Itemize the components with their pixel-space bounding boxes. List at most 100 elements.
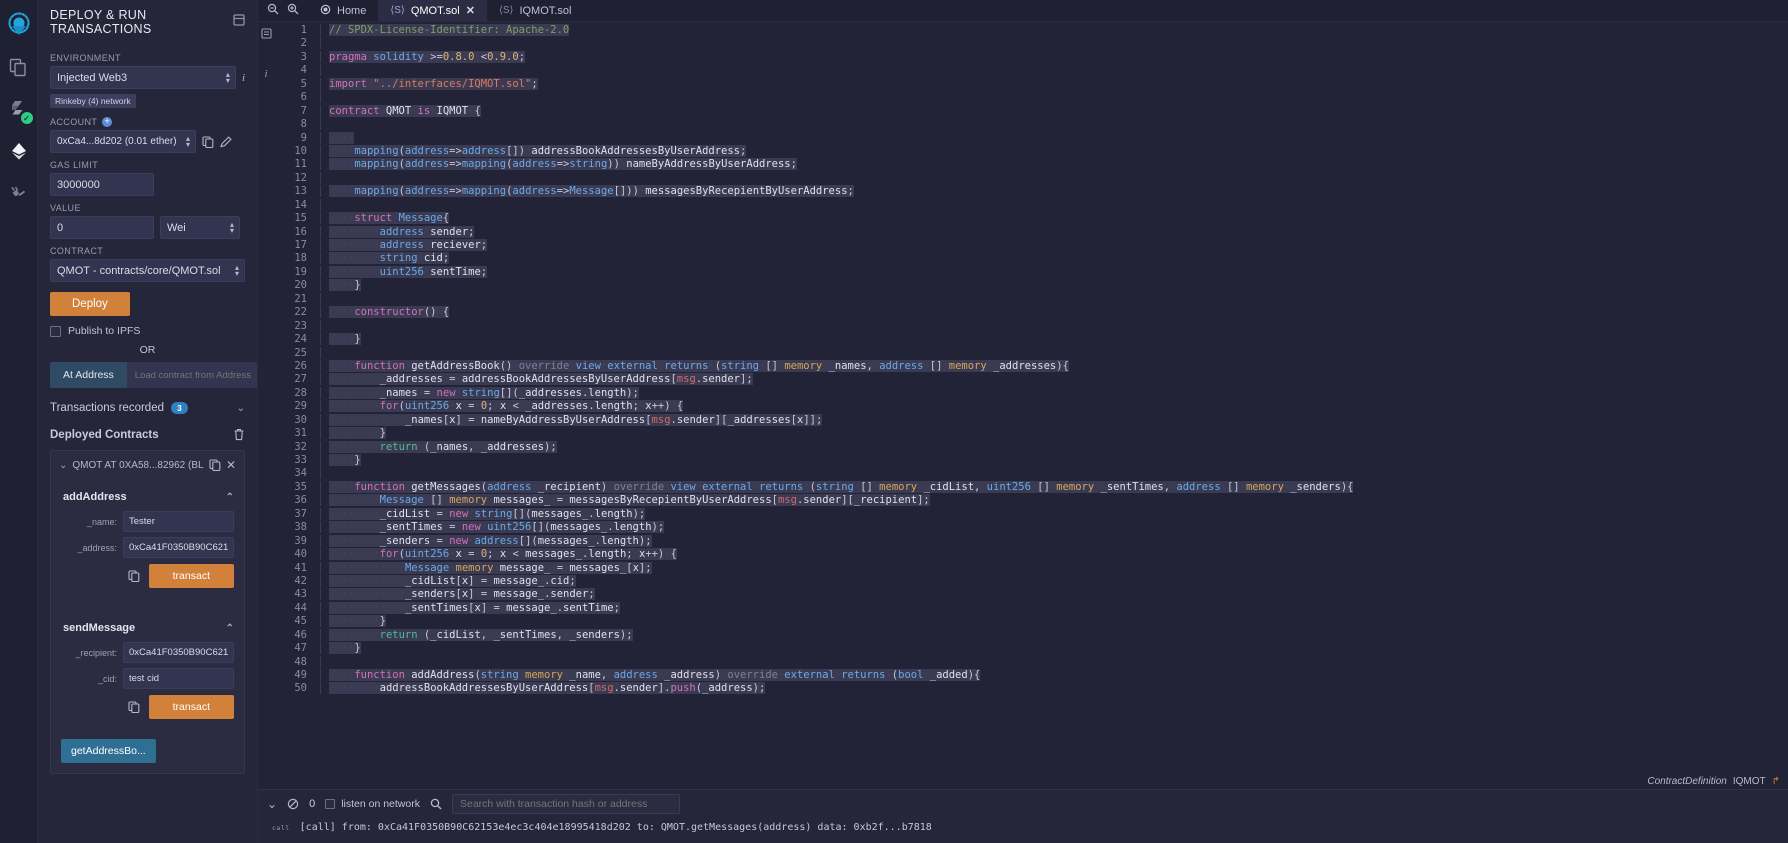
zoom-in-icon[interactable] <box>287 2 299 20</box>
copy-icon[interactable] <box>209 459 221 471</box>
status-symbol: IQMOT <box>1732 775 1766 787</box>
function-addAddress-name: addAddress <box>63 491 127 503</box>
solidity-compiler-icon[interactable]: ✓ <box>2 88 36 130</box>
left-icon-rail: ✓ <box>0 0 38 843</box>
tab-home[interactable]: Home <box>308 0 378 21</box>
arg-label: _address: <box>77 542 117 553</box>
contract-select[interactable]: QMOT - contracts/core/QMOT.sol <box>50 259 245 282</box>
code-editor[interactable]: i 1// SPDX-License-Identifier: Apache-2.… <box>258 22 1788 773</box>
arg-input-cid[interactable] <box>123 668 234 689</box>
chevron-up-icon[interactable]: ⌃ <box>226 492 234 503</box>
zoom-out-icon[interactable] <box>267 2 279 20</box>
function-sendMessage-header[interactable]: sendMessage ⌃ <box>61 616 234 642</box>
listen-on-network-label: listen on network <box>341 798 420 810</box>
arg-input-recipient[interactable] <box>123 642 234 663</box>
chevron-up-icon[interactable]: ⌃ <box>226 623 234 634</box>
code-scroll-area[interactable]: 1// SPDX-License-Identifier: Apache-2.0 2… <box>274 22 1788 773</box>
compiler-success-badge: ✓ <box>20 112 33 124</box>
arg-label: _cid: <box>97 673 117 684</box>
log-tag: call <box>272 823 290 832</box>
editor-column: Home ⟨S⟩ QMOT.sol ✕ ⟨S⟩ IQMOT.sol i 1// … <box>258 0 1788 843</box>
jump-to-icon[interactable]: ↱ <box>1772 776 1780 787</box>
at-address-button[interactable]: At Address <box>50 362 127 388</box>
chevron-collapse-icon[interactable]: ⌄ <box>267 797 277 811</box>
editor-status-line: ContractDefinition IQMOT ↱ <box>258 773 1788 789</box>
solidity-file-icon: ⟨S⟩ <box>390 5 405 16</box>
at-address-row: At Address <box>50 362 257 388</box>
arg-label: _recipient: <box>75 647 117 658</box>
arg-input-address[interactable] <box>123 537 234 558</box>
panel-layout-icon[interactable] <box>233 13 245 31</box>
info-icon[interactable]: i <box>264 68 267 80</box>
arg-label: _name: <box>86 516 117 527</box>
editor-gutter-icons: i <box>258 22 274 773</box>
gas-limit-input[interactable] <box>50 173 154 196</box>
environment-label: ENVIRONMENT <box>50 53 121 63</box>
deployed-contracts-section: Deployed Contracts <box>50 428 245 441</box>
listen-on-network-checkbox[interactable] <box>325 799 336 809</box>
terminal-log-row[interactable]: call [call] from: 0xCa41F0350B90C62153e4… <box>258 818 1788 843</box>
terminal-search-input[interactable] <box>451 794 680 814</box>
gas-limit-label: GAS LIMIT <box>50 160 99 170</box>
copy-icon[interactable] <box>202 135 214 148</box>
list-icon[interactable] <box>260 26 272 44</box>
remix-logo-icon[interactable] <box>2 4 36 46</box>
value-input[interactable] <box>50 216 154 239</box>
account-label: ACCOUNT + <box>50 117 245 127</box>
addAddress-transact-button[interactable]: transact <box>148 564 234 588</box>
function-addAddress-header[interactable]: addAddress ⌃ <box>61 485 234 511</box>
account-label-text: ACCOUNT <box>50 117 98 127</box>
arg-row: _address: <box>61 537 234 558</box>
deploy-run-icon[interactable] <box>2 130 36 172</box>
tab-qmot-sol-label: QMOT.sol <box>410 4 460 17</box>
arg-row: _recipient: <box>61 642 234 663</box>
environment-row: Injected Web3 ▴ ▾ i <box>50 66 245 89</box>
clear-console-icon[interactable] <box>287 798 299 810</box>
status-definition: ContractDefinition <box>1647 775 1727 787</box>
trash-icon[interactable] <box>233 428 245 441</box>
log-text: [call] from: 0xCa41F0350B90C62153e4ec3c4… <box>299 822 932 833</box>
sendMessage-transact-button[interactable]: transact <box>148 695 234 719</box>
page-title: DEPLOY & RUN TRANSACTIONS <box>50 8 152 36</box>
transact-row: transact <box>61 564 234 588</box>
edit-sign-icon[interactable] <box>220 135 232 148</box>
panel-header: DEPLOY & RUN TRANSACTIONS <box>38 0 257 46</box>
plugin-manager-icon[interactable] <box>2 172 36 214</box>
chevron-down-icon[interactable]: ⌄ <box>59 460 67 471</box>
listen-on-network-toggle[interactable]: listen on network <box>325 798 420 810</box>
contract-label: CONTRACT <box>50 246 104 256</box>
transactions-recorded-section[interactable]: Transactions recorded 3 ⌄ <box>50 402 245 414</box>
account-row: 0xCa4...8d202 (0.01 ether) ▴ ▾ <box>50 130 245 153</box>
instance-header[interactable]: ⌄ QMOT AT 0XA58...82962 (BLOCKCHAIN ✕ <box>51 451 244 479</box>
info-icon[interactable]: i <box>242 72 245 84</box>
close-icon[interactable]: ✕ <box>466 4 475 17</box>
close-icon[interactable]: ✕ <box>226 458 236 472</box>
value-row: Wei ▴▾ <box>50 216 245 239</box>
network-badge: Rinkeby (4) network <box>50 94 136 108</box>
account-select[interactable]: 0xCa4...8d202 (0.01 ether) <box>50 130 196 153</box>
tab-iqmot-sol[interactable]: ⟨S⟩ IQMOT.sol <box>487 0 583 21</box>
copy-calldata-icon[interactable] <box>128 701 140 713</box>
transact-row: transact <box>61 695 234 719</box>
terminal-panel: ⌄ 0 listen on network call [call] from: … <box>258 789 1788 843</box>
function-sendMessage-name: sendMessage <box>63 622 136 634</box>
deployed-contract-instance: ⌄ QMOT AT 0XA58...82962 (BLOCKCHAIN ✕ ad… <box>50 450 245 774</box>
publish-ipfs-row[interactable]: Publish to IPFS <box>50 325 245 337</box>
source-code[interactable]: 1// SPDX-License-Identifier: Apache-2.0 2… <box>274 22 1788 696</box>
publish-ipfs-label: Publish to IPFS <box>68 325 141 337</box>
at-address-input[interactable] <box>126 362 257 388</box>
getAddressBook-button[interactable]: getAddressBo... <box>61 739 156 763</box>
search-icon[interactable] <box>430 798 442 810</box>
deploy-button[interactable]: Deploy <box>50 292 130 316</box>
plus-circle-icon[interactable]: + <box>102 117 113 127</box>
value-unit-select[interactable]: Wei <box>160 216 240 239</box>
environment-select[interactable]: Injected Web3 <box>50 66 236 89</box>
tab-qmot-sol[interactable]: ⟨S⟩ QMOT.sol ✕ <box>378 0 487 21</box>
deploy-run-panel: DEPLOY & RUN TRANSACTIONS ENVIRONMENT In… <box>38 0 258 843</box>
chevron-down-icon[interactable]: ⌄ <box>237 403 245 414</box>
publish-ipfs-checkbox[interactable] <box>50 325 61 337</box>
terminal-toolbar: ⌄ 0 listen on network <box>258 790 1788 818</box>
arg-input-name[interactable] <box>123 511 234 532</box>
file-explorer-icon[interactable] <box>2 46 36 88</box>
copy-calldata-icon[interactable] <box>128 570 140 582</box>
